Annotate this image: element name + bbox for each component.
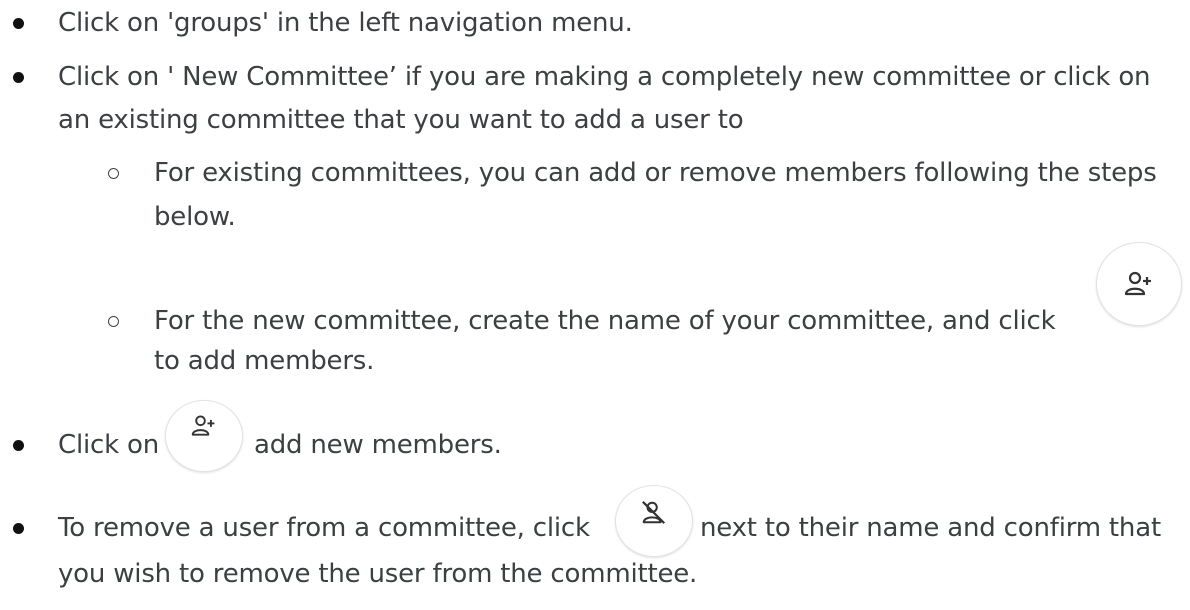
sub-step-2-text-line-1: For the new committee, create the name o…: [154, 306, 1056, 336]
step-4-text-line-2: you wish to remove the user from the com…: [58, 559, 698, 589]
step-4-text-before: To remove a user from a committee, click: [58, 513, 590, 543]
step-4-text-after: next to their name and confirm that: [700, 513, 1161, 543]
sub-bullet: [108, 316, 119, 327]
sub-step-2-text-line-2: to add members.: [154, 346, 375, 376]
step-2-text-line-2: an existing committee that you want to a…: [58, 105, 744, 135]
add-member-icon[interactable]: [165, 400, 243, 472]
person-remove-icon: [642, 500, 666, 524]
step-3-text-after: add new members.: [254, 430, 502, 460]
sub-bullet: [108, 168, 119, 179]
bullet: [13, 523, 24, 534]
step-1-text: Click on 'groups' in the left navigation…: [58, 8, 633, 38]
step-2-text-line-1: Click on ' New Committee’ if you are mak…: [58, 62, 1151, 92]
sub-step-1-text-line-2: below.: [154, 202, 236, 232]
remove-member-icon[interactable]: [615, 485, 693, 557]
person-plus-icon: [191, 415, 215, 436]
step-3-text-before: Click on: [58, 430, 160, 460]
bullet: [13, 72, 24, 83]
bullet: [13, 440, 24, 451]
add-member-icon[interactable]: [1096, 242, 1182, 326]
sub-step-1-text-line-1: For existing committees, you can add or …: [154, 158, 1157, 188]
person-plus-icon: [1124, 271, 1151, 296]
bullet: [13, 18, 24, 29]
